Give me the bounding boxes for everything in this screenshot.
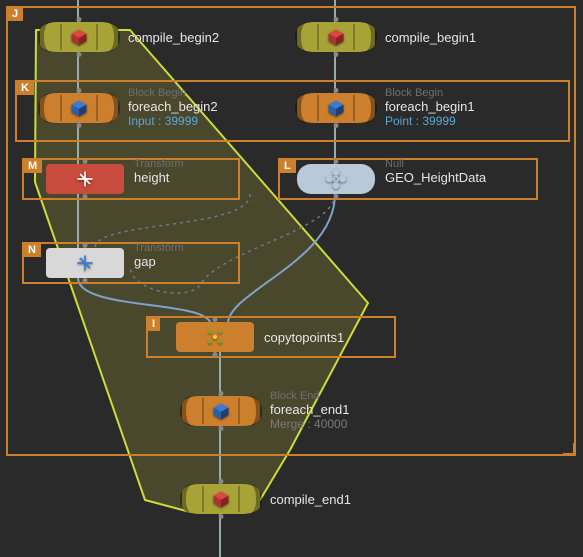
node-label: compile_begin1 — [385, 30, 476, 45]
node-type: Block End — [270, 390, 350, 402]
node-canvas[interactable]: J K M L N I compile_begin2 compile_begin… — [0, 0, 583, 557]
node-compile-begin1[interactable]: compile_begin1 — [297, 22, 476, 52]
flower-gear-icon — [324, 169, 348, 189]
node-type: Block Begin — [385, 87, 475, 99]
node-label: compile_end1 — [270, 492, 351, 507]
block-begin-icon — [40, 93, 118, 123]
node-compile-end1[interactable]: compile_end1 — [182, 484, 351, 514]
node-label: copytopoints1 — [264, 330, 344, 345]
node-type: Transform — [134, 242, 184, 254]
cube-blue-icon — [324, 98, 348, 118]
node-foreach-end1[interactable]: Block End foreach_end1 Merge : 40000 — [182, 390, 350, 431]
compile-begin-icon — [40, 22, 118, 52]
node-info: Merge : 40000 — [270, 417, 350, 431]
compile-begin-icon — [297, 22, 375, 52]
cube-blue-icon — [67, 98, 91, 118]
cube-blue-icon — [209, 401, 233, 421]
node-label: gap — [134, 254, 184, 269]
cube-red-icon — [67, 27, 91, 47]
node-foreach-begin1[interactable]: Block Begin foreach_begin1 Point : 39999 — [297, 87, 475, 128]
node-foreach-begin2[interactable]: Block Begin foreach_begin2 Input : 39999 — [40, 87, 218, 128]
node-copytopoints1[interactable]: copytopoints1 — [176, 322, 344, 352]
node-compile-begin2[interactable]: compile_begin2 — [40, 22, 219, 52]
group-l-label: L — [279, 159, 296, 173]
axis-icon — [73, 169, 97, 189]
group-i-label: I — [147, 317, 160, 331]
node-info: Input : 39999 — [128, 114, 218, 128]
cube-red-icon — [324, 27, 348, 47]
transform-icon — [46, 164, 124, 194]
compile-block-region — [0, 0, 583, 557]
group-j-label: J — [7, 7, 23, 21]
null-icon — [297, 164, 375, 194]
node-info: Point : 39999 — [385, 114, 475, 128]
compile-end-icon — [182, 484, 260, 514]
node-label: height — [134, 170, 184, 185]
axis-icon — [73, 253, 97, 273]
cube-red-icon — [209, 489, 233, 509]
copytopoints-icon — [176, 322, 254, 352]
block-end-icon — [182, 396, 260, 426]
group-j: J — [6, 6, 576, 456]
group-j-corner — [563, 443, 575, 455]
node-label: compile_begin2 — [128, 30, 219, 45]
node-type: Null — [385, 158, 486, 170]
node-label: foreach_begin1 — [385, 99, 475, 114]
node-height[interactable]: Transform height — [46, 158, 184, 194]
group-n-label: N — [23, 243, 41, 257]
node-gap[interactable]: Transform gap — [46, 242, 184, 278]
transform-icon — [46, 248, 124, 278]
node-type: Transform — [134, 158, 184, 170]
node-label: GEO_HeightData — [385, 170, 486, 185]
group-m-label: M — [23, 159, 42, 173]
block-begin-icon — [297, 93, 375, 123]
scatter-icon — [203, 327, 227, 347]
node-label: foreach_end1 — [270, 402, 350, 417]
node-type: Block Begin — [128, 87, 218, 99]
group-k-label: K — [16, 81, 34, 95]
node-label: foreach_begin2 — [128, 99, 218, 114]
node-geo-heightdata[interactable]: Null GEO_HeightData — [297, 158, 486, 194]
wires-layer — [0, 0, 583, 557]
